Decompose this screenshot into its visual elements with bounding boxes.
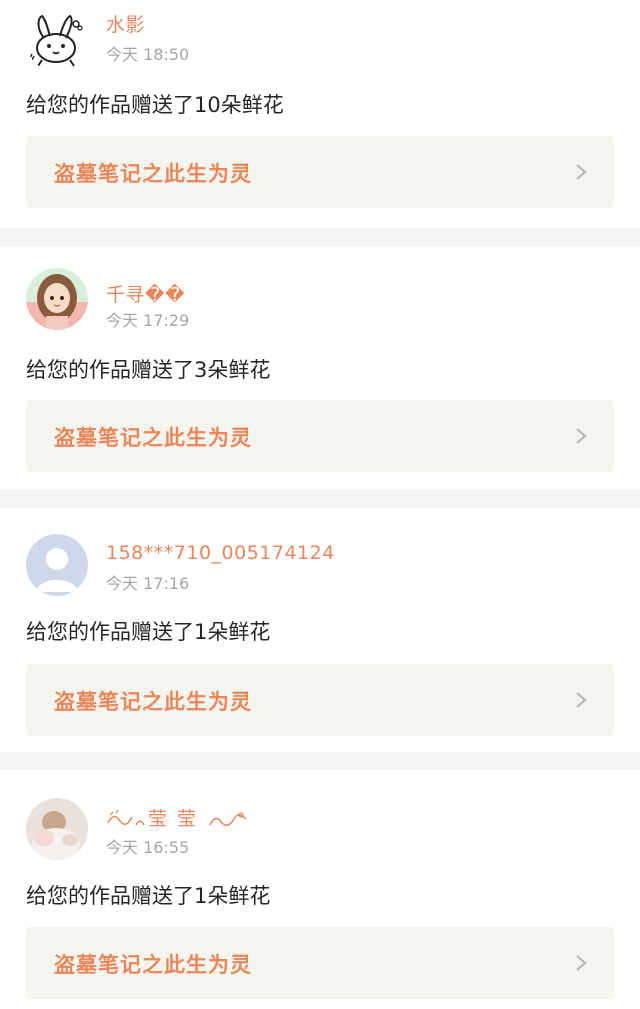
notification-item: 千寻�� 今天 17:29 给您的作品赠送了3朵鲜花 盗墓笔记之此生为灵 (0, 246, 640, 474)
default-user-avatar[interactable] (26, 534, 88, 596)
bunny-doodle-avatar[interactable] (26, 10, 88, 72)
work-card[interactable]: 盗墓笔记之此生为灵 (26, 664, 614, 736)
work-card[interactable]: 盗墓笔记之此生为灵 (26, 400, 614, 472)
work-card[interactable]: 盗墓笔记之此生为灵 (26, 136, 614, 208)
photo-avatar[interactable] (26, 798, 88, 860)
timestamp: 今天 17:16 (106, 574, 190, 593)
work-title: 盗墓笔记之此生为灵 (54, 953, 252, 977)
work-title: 盗墓笔记之此生为灵 (54, 690, 252, 714)
username[interactable]: 158***710_005174124 (106, 542, 335, 564)
chevron-right-icon (576, 428, 587, 444)
notification-item: 水影 今天 18:50 给您的作品赠送了10朵鲜花 盗墓笔记之此生为灵 (0, 0, 640, 228)
timestamp: 今天 16:55 (106, 838, 190, 857)
item-divider (0, 490, 640, 508)
anime-girl-avatar[interactable] (26, 268, 88, 330)
gift-message: 给您的作品赠送了3朵鲜花 (26, 358, 271, 382)
item-divider (0, 752, 640, 770)
username-text: 莹莹 (148, 808, 207, 830)
decorated-username: 莹莹 (106, 804, 248, 831)
timestamp: 今天 17:29 (106, 311, 190, 330)
item-divider (0, 228, 640, 246)
notification-item: 莹莹 今天 16:55 给您的作品赠送了1朵鲜花 盗墓笔记之此生为灵 (0, 770, 640, 999)
username[interactable]: 千寻�� (106, 280, 185, 307)
gift-message: 给您的作品赠送了10朵鲜花 (26, 93, 284, 117)
work-card[interactable]: 盗墓笔记之此生为灵 (26, 927, 614, 999)
ornament-right-icon (209, 811, 247, 826)
username[interactable]: 水影 (106, 10, 145, 37)
work-title: 盗墓笔记之此生为灵 (54, 162, 252, 186)
ornament-left-icon (107, 809, 145, 825)
notification-item: 158***710_005174124 今天 17:16 给您的作品赠送了1朵鲜… (0, 508, 640, 736)
chevron-right-icon (576, 164, 587, 180)
gift-message: 给您的作品赠送了1朵鲜花 (26, 884, 271, 908)
timestamp: 今天 18:50 (106, 45, 190, 64)
gift-message: 给您的作品赠送了1朵鲜花 (26, 620, 271, 644)
username[interactable]: 莹莹 (106, 804, 248, 834)
chevron-right-icon (576, 955, 587, 971)
work-title: 盗墓笔记之此生为灵 (54, 426, 252, 450)
chevron-right-icon (576, 692, 587, 708)
